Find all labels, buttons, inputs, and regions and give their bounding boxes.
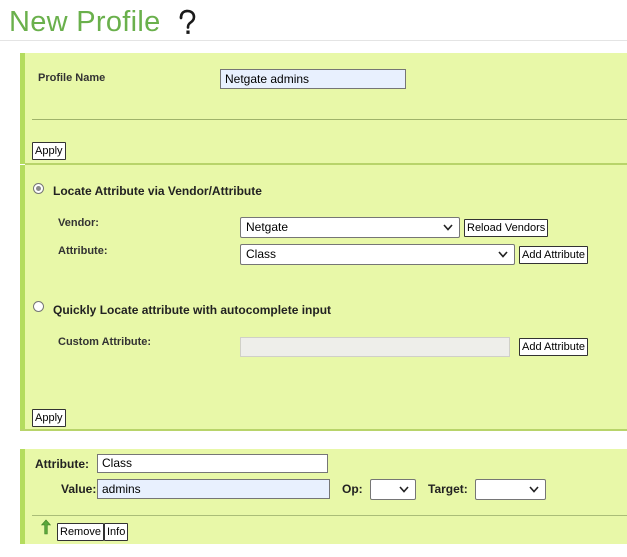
panel-divider: [32, 515, 627, 516]
op-label: Op:: [342, 482, 363, 496]
question-mark-icon[interactable]: [176, 9, 198, 37]
page-title: New Profile: [9, 6, 161, 38]
attribute-select-value: Class: [246, 247, 277, 261]
header-divider: [0, 40, 627, 41]
vendor-select-value: Netgate: [246, 220, 289, 234]
entry-attribute-input[interactable]: [97, 454, 328, 473]
entry-value-input[interactable]: [97, 479, 330, 499]
panel-divider: [20, 429, 627, 431]
chevron-down-icon: [498, 251, 508, 258]
green-up-arrow-icon[interactable]: [41, 519, 51, 535]
reload-vendors-button[interactable]: Reload Vendors: [464, 219, 549, 237]
panel-divider: [32, 119, 627, 120]
chevron-down-icon: [529, 486, 539, 493]
target-label: Target:: [428, 482, 468, 496]
apply-locate-button[interactable]: Apply: [32, 409, 66, 427]
remove-button[interactable]: Remove: [57, 523, 104, 541]
profile-name-panel: Profile Name Apply: [20, 53, 627, 164]
chevron-down-icon: [443, 224, 453, 231]
attribute-entry-panel: Attribute: Value: Op: Target: Remove Inf…: [20, 449, 627, 544]
profile-name-label: Profile Name: [38, 72, 106, 84]
locate-attribute-panel: Locate Attribute via Vendor/Attribute Ve…: [20, 165, 627, 430]
autocomplete-radio[interactable]: [33, 301, 44, 312]
apply-profile-button[interactable]: Apply: [32, 142, 66, 160]
info-button[interactable]: Info: [104, 523, 129, 541]
chevron-down-icon: [399, 486, 409, 493]
entry-value-label: Value:: [61, 482, 97, 496]
custom-attribute-label: Custom Attribute:: [58, 336, 152, 348]
vendor-attribute-radio[interactable]: [33, 183, 44, 194]
vendor-attribute-option-label: Locate Attribute via Vendor/Attribute: [53, 184, 262, 198]
attribute-label: Attribute:: [58, 245, 108, 257]
vendor-label: Vendor:: [58, 217, 99, 229]
vendor-select[interactable]: Netgate: [240, 217, 460, 238]
op-select[interactable]: [370, 479, 416, 500]
profile-name-input[interactable]: [220, 69, 406, 89]
target-select[interactable]: [475, 479, 546, 500]
custom-attribute-input[interactable]: [240, 337, 510, 357]
add-attribute-button[interactable]: Add Attribute: [519, 246, 588, 264]
autocomplete-option-label: Quickly Locate attribute with autocomple…: [53, 303, 332, 317]
attribute-select[interactable]: Class: [240, 244, 515, 265]
add-custom-attribute-button[interactable]: Add Attribute: [519, 338, 588, 356]
entry-attribute-label: Attribute:: [35, 457, 89, 471]
